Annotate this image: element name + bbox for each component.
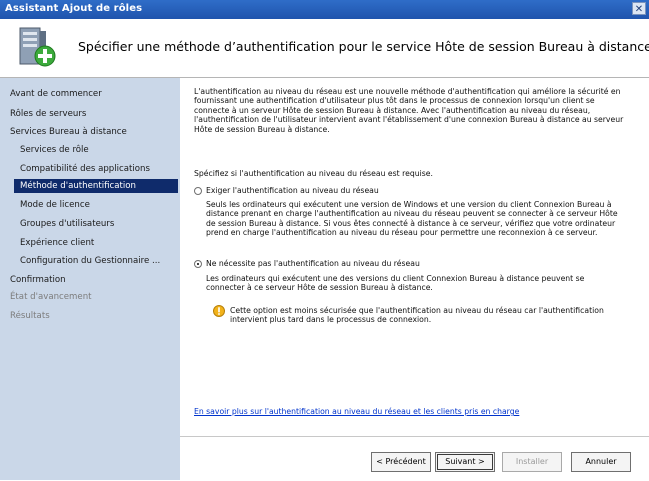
description-line: Les ordinateurs qui exécutent une des ve… [206, 274, 585, 283]
step-etat-avancement: État d'avancement [10, 292, 92, 302]
require-nla-label[interactable]: Exiger l'authentification au niveau du r… [206, 186, 636, 195]
title-bar: Assistant Ajout de rôles ✕ [0, 0, 649, 19]
previous-button[interactable]: < Précédent [371, 452, 431, 472]
server-add-icon [19, 27, 56, 67]
warning-text: Cette option est moins sécurisée que l'a… [230, 306, 640, 325]
no-nla-radio[interactable] [194, 260, 202, 268]
step-resultats: Résultats [10, 311, 50, 321]
description-line: distance prenant en charge l'authentific… [206, 209, 618, 219]
wizard-footer: < Précédent Suivant > Installer Annuler [180, 436, 649, 481]
warning-line: intervient plus tard dans le processus d… [230, 315, 432, 325]
description-line: Seuls les ordinateurs qui exécutent une … [206, 200, 612, 209]
page-title: Spécifier une méthode d’authentification… [78, 39, 649, 54]
wizard-steps-sidebar: Avant de commencer Rôles de serveurs Ser… [0, 78, 180, 480]
step-services-de-role[interactable]: Services de rôle [20, 145, 89, 155]
cancel-button[interactable]: Annuler [571, 452, 631, 472]
step-confirmation[interactable]: Confirmation [10, 275, 66, 285]
add-roles-wizard-window: Assistant Ajout de rôles ✕ Spécifier une… [0, 0, 649, 481]
intro-line: fournissant une authentification d'utili… [194, 96, 595, 106]
warning-line: Cette option est moins sécurisée que l'a… [230, 306, 604, 315]
close-button[interactable]: ✕ [632, 2, 646, 15]
step-services-bureau-a-distance[interactable]: Services Bureau à distance [10, 127, 127, 137]
wizard-content: L'authentification au niveau du réseau e… [180, 78, 649, 436]
require-nla-radio[interactable] [194, 187, 202, 195]
next-button[interactable]: Suivant > [435, 452, 495, 472]
intro-line: L'authentification au niveau du réseau e… [194, 87, 621, 96]
step-experience-client[interactable]: Expérience client [20, 238, 94, 248]
prompt-text: Spécifiez si l'authentification au nivea… [194, 169, 433, 178]
learn-more-link[interactable]: En savoir plus sur l'authentification au… [194, 407, 519, 416]
step-configuration-gestionnaire[interactable]: Configuration du Gestionnaire ... [20, 256, 160, 266]
step-avant-de-commencer[interactable]: Avant de commencer [10, 89, 102, 99]
step-roles-de-serveurs[interactable]: Rôles de serveurs [10, 109, 86, 119]
description-line: prend en charge l'authentification au ni… [206, 228, 598, 238]
require-nla-description: Seuls les ordinateurs qui exécutent une … [206, 200, 636, 238]
step-compatibilite-applications[interactable]: Compatibilité des applications [20, 164, 150, 174]
description-line: connecter à ce serveur Hôte de session B… [206, 283, 433, 293]
step-methode-authentification[interactable]: Méthode d'authentification [14, 179, 178, 193]
step-groupes-utilisateurs[interactable]: Groupes d'utilisateurs [20, 219, 114, 229]
window-title: Assistant Ajout de rôles [5, 3, 143, 14]
no-nla-description: Les ordinateurs qui exécutent une des ve… [206, 274, 636, 293]
wizard-header: Spécifier une méthode d’authentification… [0, 19, 649, 78]
install-button[interactable]: Installer [502, 452, 562, 472]
intro-text: L'authentification au niveau du réseau e… [194, 87, 642, 134]
description-line: de session Bureau à distance. Si vous êt… [206, 218, 616, 228]
intro-line: connecte à un serveur Hôte de session Bu… [194, 105, 591, 115]
intro-line: Hôte de session Bureau à distance. [194, 124, 330, 134]
intro-line: l'authentification de l'utilisateur inte… [194, 115, 624, 125]
no-nla-label[interactable]: Ne nécessite pas l'authentification au n… [206, 259, 636, 268]
warning-icon [213, 305, 225, 317]
step-mode-de-licence[interactable]: Mode de licence [20, 200, 90, 210]
